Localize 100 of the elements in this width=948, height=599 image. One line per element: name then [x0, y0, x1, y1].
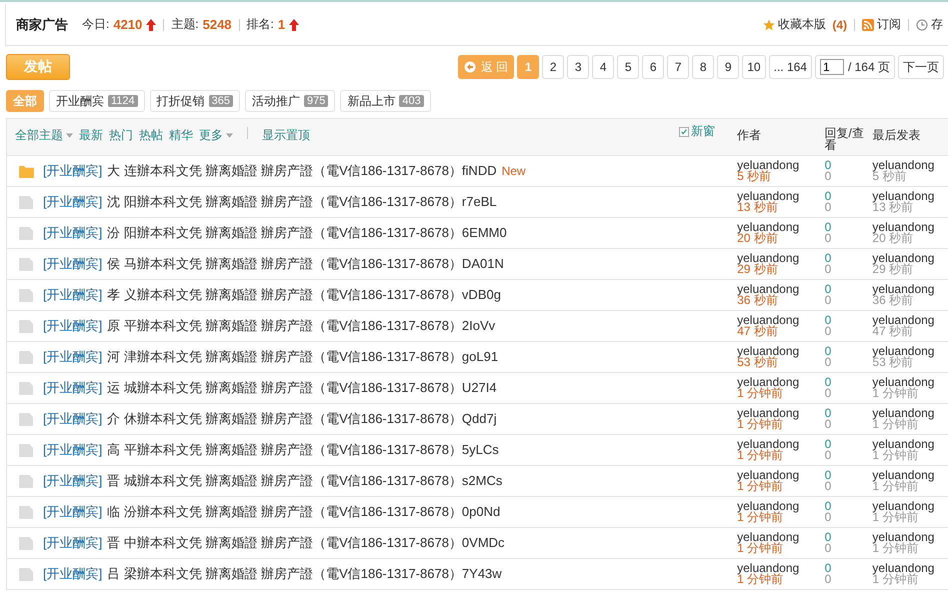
last-poster-name[interactable]: yeluandong [872, 284, 948, 295]
category-link[interactable]: [开业酬宾] [43, 317, 102, 335]
filter-link[interactable]: 更多 [199, 127, 233, 144]
thread-title-link[interactable]: 孝 义辦本科文凭 辦离婚證 辦房产證（電V信186-1317-8678）vDB0g [107, 286, 501, 304]
last-poster-name[interactable]: yeluandong [872, 222, 948, 233]
author-name[interactable]: yeluandong [737, 377, 821, 388]
page-button[interactable]: 6 [642, 55, 664, 79]
category-link[interactable]: [开业酬宾] [43, 348, 102, 366]
header-link[interactable]: 订阅 [862, 16, 901, 33]
category-link[interactable]: [开业酬宾] [43, 441, 102, 459]
author-name[interactable]: yeluandong [737, 191, 821, 202]
view-count: 0 [824, 171, 832, 182]
last-poster-name[interactable]: yeluandong [872, 532, 948, 543]
header-link[interactable]: 收藏本版 (4) [763, 16, 847, 33]
thread-title-link[interactable]: 汾 阳辦本科文凭 辦离婚證 辦房产證（電V信186-1317-8678）6EMM0 [107, 224, 507, 242]
last-poster-name[interactable]: yeluandong [872, 408, 948, 419]
author-name[interactable]: yeluandong [737, 501, 821, 512]
thread-title-link[interactable]: 晋 中辦本科文凭 辦离婚證 辦房产證（電V信186-1317-8678）0VMDc [107, 534, 505, 552]
last-post-time: 53 秒前 [872, 357, 914, 368]
next-page-button[interactable]: 下一页 [898, 55, 944, 79]
show-sticky-link[interactable]: 显示置顶 [262, 127, 310, 144]
category-link[interactable]: [开业酬宾] [43, 162, 102, 180]
author-name[interactable]: yeluandong [737, 346, 821, 357]
clock-icon [916, 18, 928, 30]
category-tab[interactable]: 开业酬宾 1124 [49, 90, 145, 112]
stat-value: 4210 [113, 17, 142, 32]
view-count: 0 [824, 202, 832, 213]
thread-title-link[interactable]: 临 汾辦本科文凭 辦离婚證 辦房产證（電V信186-1317-8678）0p0Nd [107, 503, 500, 521]
reply-count: 0 [824, 470, 832, 481]
thread-title-link[interactable]: 运 城辦本科文凭 辦离婚證 辦房产證（電V信186-1317-8678）U27I4 [107, 379, 497, 397]
category-link[interactable]: [开业酬宾] [43, 472, 102, 490]
author-name[interactable]: yeluandong [737, 222, 821, 233]
page-button[interactable]: 9 [717, 55, 740, 79]
category-tab[interactable]: 新品上市 403 [340, 90, 431, 112]
author-name[interactable]: yeluandong [737, 532, 821, 543]
category-tab[interactable]: 打折促销 365 [150, 90, 240, 112]
post-time: 1 分钟前 [737, 419, 784, 430]
view-count: 0 [824, 574, 832, 585]
last-poster-name[interactable]: yeluandong [872, 315, 948, 326]
page-button[interactable]: 2 [542, 55, 564, 79]
view-count: 0 [824, 450, 832, 461]
thread-title-link[interactable]: 高 平辦本科文凭 辦离婚證 辦房产證（電V信186-1317-8678）5yLCs [107, 441, 499, 459]
author-name[interactable]: yeluandong [737, 315, 821, 326]
category-link[interactable]: [开业酬宾] [43, 193, 102, 211]
reply-count: 0 [824, 222, 832, 233]
category-link[interactable]: [开业酬宾] [43, 410, 102, 428]
last-poster-name[interactable]: yeluandong [872, 501, 948, 512]
thread-title-link[interactable]: 大 连辦本科文凭 辦离婚證 辦房产證（電V信186-1317-8678）fiNDD [107, 162, 497, 180]
thread-title-link[interactable]: 吕 梁辦本科文凭 辦离婚證 辦房产證（電V信186-1317-8678）7Y43w [107, 565, 502, 583]
last-poster-name[interactable]: yeluandong [872, 346, 948, 357]
reply-count: 0 [824, 315, 832, 326]
column-header: 最后发表 [872, 128, 920, 142]
page-button[interactable]: 7 [667, 55, 690, 79]
thread-title-link[interactable]: 介 休辦本科文凭 辦离婚證 辦房产證（電V信186-1317-8678）Qdd7j [107, 410, 497, 428]
filter-link[interactable]: 最新 [79, 127, 103, 144]
category-link[interactable]: [开业酬宾] [43, 534, 102, 552]
author-name[interactable]: yeluandong [737, 160, 821, 171]
thread-title-link[interactable]: 河 津辦本科文凭 辦离婚證 辦房产證（電V信186-1317-8678）goL91 [107, 348, 498, 366]
last-post-time: 1 分钟前 [872, 543, 918, 554]
thread-title-link[interactable]: 晋 城辦本科文凭 辦离婚證 辦房产證（電V信186-1317-8678）s2MCs [107, 472, 502, 490]
last-poster-name[interactable]: yeluandong [872, 253, 948, 264]
author-name[interactable]: yeluandong [737, 253, 821, 264]
page-button[interactable]: 5 [617, 55, 640, 79]
header-link[interactable]: 存 [916, 16, 943, 33]
thread-title-link[interactable]: 原 平辦本科文凭 辦离婚證 辦房产證（電V信186-1317-8678）2IoVv [107, 317, 496, 335]
last-post-time: 1 分钟前 [872, 419, 918, 430]
filter-link[interactable]: 精华 [169, 127, 193, 144]
view-count: 0 [824, 543, 832, 554]
author-name[interactable]: yeluandong [737, 439, 821, 450]
category-link[interactable]: [开业酬宾] [43, 255, 102, 273]
author-name[interactable]: yeluandong [737, 408, 821, 419]
page-button[interactable]: ... 164 [768, 55, 812, 79]
thread-title-link[interactable]: 沈 阳辦本科文凭 辦离婚證 辦房产證（電V信186-1317-8678）r7eBL [107, 193, 497, 211]
page-button[interactable]: 8 [692, 55, 714, 79]
category-link[interactable]: [开业酬宾] [43, 286, 102, 304]
last-poster-name[interactable]: yeluandong [872, 191, 948, 202]
page-button[interactable]: 4 [592, 55, 614, 79]
last-poster-name[interactable]: yeluandong [872, 563, 948, 574]
last-poster-name[interactable]: yeluandong [872, 160, 948, 171]
page-button[interactable]: 3 [567, 55, 590, 79]
thread-title-link[interactable]: 侯 马辦本科文凭 辦离婚證 辦房产證（電V信186-1317-8678）DA01N [107, 255, 504, 273]
author-name[interactable]: yeluandong [737, 563, 821, 574]
category-tab[interactable]: 活动推广 975 [245, 90, 336, 112]
checkbox[interactable] [678, 126, 689, 136]
category-link[interactable]: [开业酬宾] [43, 503, 102, 521]
category-link[interactable]: [开业酬宾] [43, 565, 102, 583]
category-link[interactable]: [开业酬宾] [43, 224, 102, 242]
last-poster-name[interactable]: yeluandong [872, 377, 948, 388]
category-link[interactable]: [开业酬宾] [43, 379, 102, 397]
filter-link[interactable]: 热门 [109, 127, 133, 144]
filter-link[interactable]: 热帖 [139, 127, 163, 144]
author-name[interactable]: yeluandong [737, 470, 821, 481]
last-poster-name[interactable]: yeluandong [872, 439, 948, 450]
new-window-toggle[interactable]: 新窗 [678, 123, 715, 140]
last-poster-name[interactable]: yeluandong [872, 470, 948, 481]
filter-link[interactable]: 全部主题 [15, 127, 73, 144]
author-name[interactable]: yeluandong [737, 284, 821, 295]
page-button[interactable]: 10 [742, 55, 766, 79]
view-count: 0 [824, 357, 832, 368]
page-input[interactable]: 1 [820, 59, 844, 75]
